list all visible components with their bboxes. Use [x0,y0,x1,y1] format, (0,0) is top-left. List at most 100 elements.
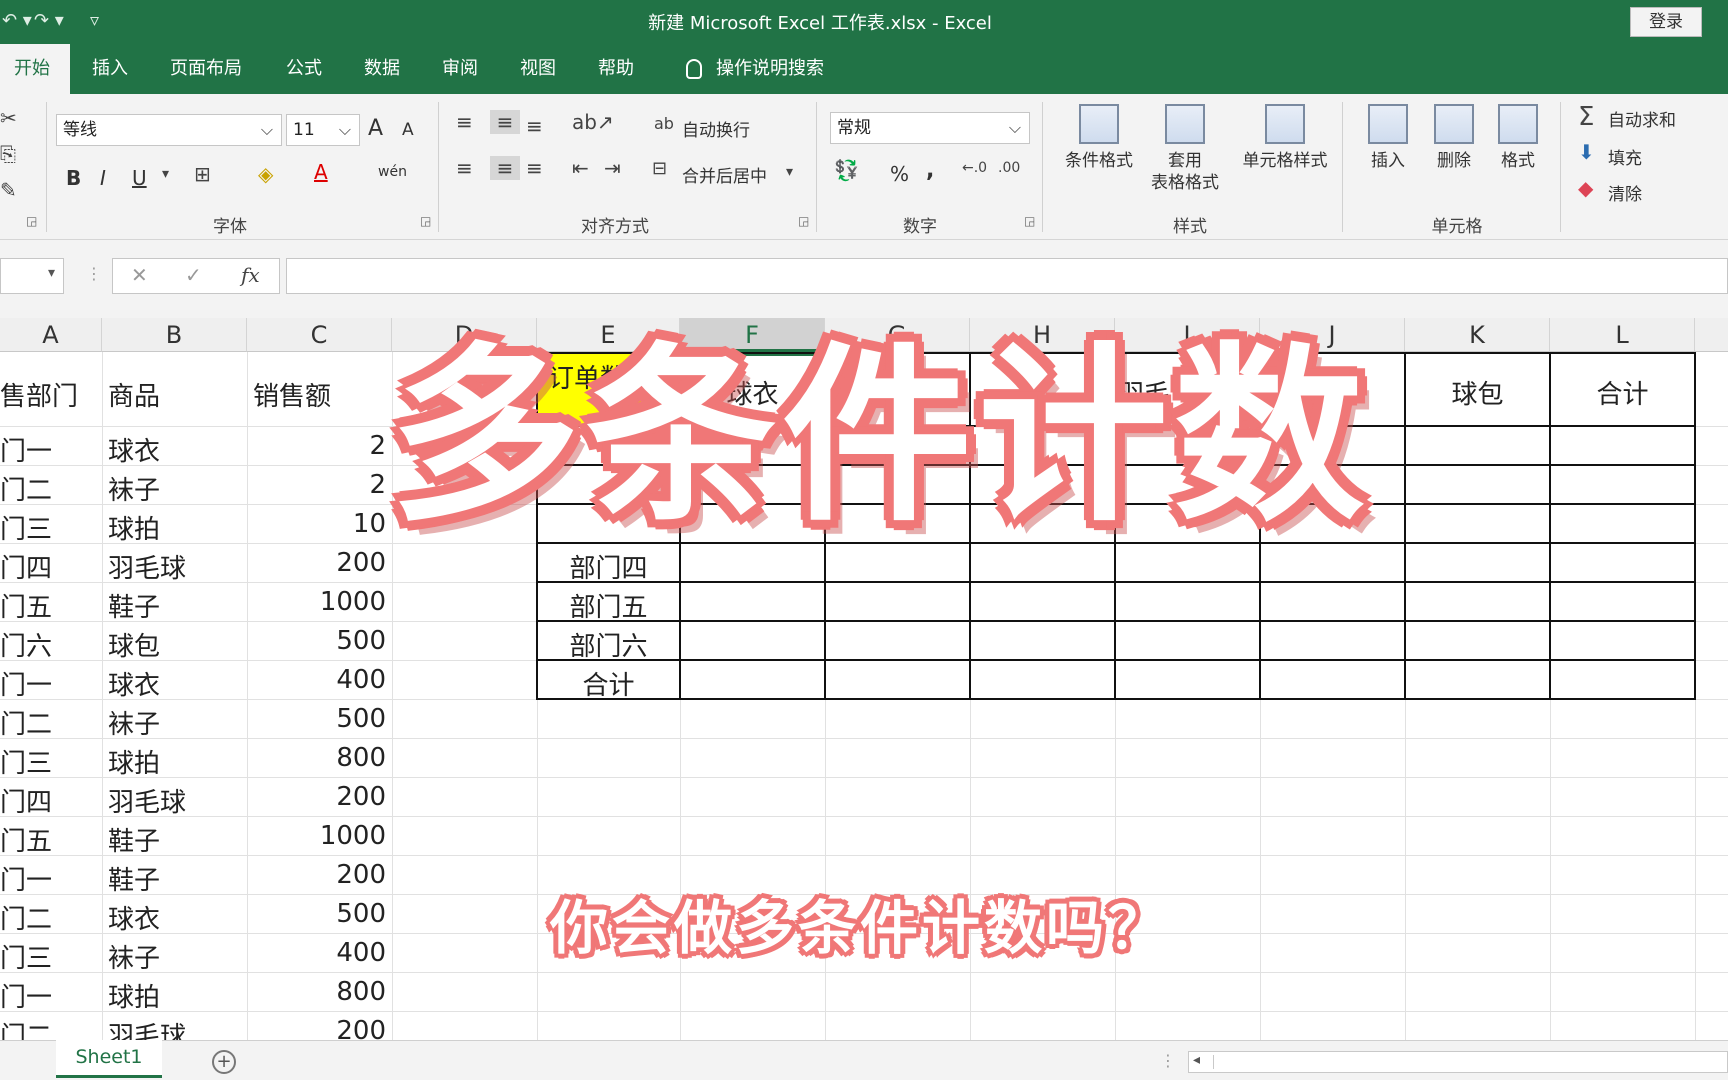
cell-c[interactable]: 500 [250,626,386,656]
cell-b[interactable]: 羽毛球 [108,1016,244,1040]
font-color-icon[interactable]: A [314,160,328,184]
cell-b[interactable]: 球衣 [108,431,244,468]
align-center-icon[interactable]: ≡ [490,156,520,180]
cell-b[interactable]: 球衣 [108,899,244,936]
cell-a[interactable]: 门六 [0,626,100,663]
tab-home[interactable]: 开始 [0,44,70,94]
cell-b[interactable]: 鞋子 [108,821,244,858]
increase-decimal-icon[interactable]: ←.0 [962,160,987,176]
login-button[interactable]: 登录 [1630,7,1702,37]
horizontal-scrollbar[interactable]: ◂ [1188,1051,1728,1073]
cell-b[interactable]: 袜子 [108,704,244,741]
cell-a[interactable]: 门三 [0,509,100,546]
cell-a[interactable]: 门一 [0,431,100,468]
number-format-combo[interactable]: 常规 ⌵ [830,112,1030,144]
align-middle-icon[interactable]: ≡ [490,110,520,134]
summary-header-l[interactable]: 合计 [1550,374,1695,411]
cell-c[interactable]: 400 [250,938,386,968]
tab-data[interactable]: 数据 [350,44,414,94]
cell-a[interactable]: 门四 [0,548,100,585]
tab-insert[interactable]: 插入 [78,44,142,94]
cell-b[interactable]: 鞋子 [108,587,244,624]
underline-button[interactable]: U [132,166,147,190]
cell-c[interactable]: 800 [250,977,386,1007]
summary-row-label[interactable]: 部门五 [537,587,680,624]
bold-button[interactable]: B [66,166,81,190]
fill-color-icon[interactable]: ◈ [258,162,273,186]
tab-page-layout[interactable]: 页面布局 [156,44,256,94]
cell-b[interactable]: 球拍 [108,509,244,546]
font-launcher-icon[interactable]: ◲ [420,214,431,228]
cancel-icon[interactable]: ✕ [131,263,148,287]
copy-icon[interactable]: ⎘ [0,142,16,166]
borders-icon[interactable]: ⊞ [194,162,211,186]
column-header-b[interactable]: B [102,318,247,352]
cell-c[interactable]: 1000 [250,821,386,851]
increase-indent-icon[interactable]: ⇥ [604,156,621,180]
format-as-table-button[interactable]: 套用 表格格式 [1140,104,1230,194]
cell-b[interactable]: 袜子 [108,938,244,975]
scrollbar-thumb[interactable] [1213,1055,1713,1069]
number-launcher-icon[interactable]: ◲ [1024,214,1035,228]
dropdown-arrow-icon[interactable]: ▾ [162,166,169,182]
decrease-indent-icon[interactable]: ⇤ [572,156,589,180]
cut-icon[interactable]: ✂ [0,106,17,130]
cell-b[interactable]: 羽毛球 [108,782,244,819]
shrink-font-button[interactable]: A [402,120,414,140]
summary-row-label[interactable]: 部门六 [537,626,680,663]
orientation-icon[interactable]: ab↗ [572,110,614,134]
fill-button[interactable]: 填充 [1608,144,1642,169]
wrap-text-button[interactable]: 自动换行 [682,116,750,141]
cell-a[interactable]: 门四 [0,782,100,819]
tab-help[interactable]: 帮助 [584,44,648,94]
tab-view[interactable]: 视图 [506,44,570,94]
italic-button[interactable]: I [100,166,106,190]
merge-center-button[interactable]: 合并后居中 [682,162,767,187]
cell-a[interactable]: 门一 [0,665,100,702]
cell-c[interactable]: 1000 [250,587,386,617]
cell-b[interactable]: 袜子 [108,470,244,507]
clipboard-launcher-icon[interactable]: ◲ [26,214,37,228]
cell-b[interactable]: 球拍 [108,977,244,1014]
name-box[interactable]: ▾ [0,258,64,294]
column-header-l[interactable]: L [1550,318,1695,352]
accounting-format-icon[interactable]: 💱 [834,158,859,182]
align-right-icon[interactable]: ≡ [526,156,543,180]
format-cells-button[interactable]: 格式 [1482,104,1554,172]
cell-c[interactable]: 200 [250,860,386,890]
formula-input[interactable] [286,258,1728,294]
format-painter-icon[interactable]: ✎ [0,178,17,202]
decrease-decimal-icon[interactable]: .00 [998,160,1020,176]
autosum-button[interactable]: 自动求和 [1608,106,1676,131]
insert-function-icon[interactable]: fx [241,263,260,287]
phonetic-button[interactable]: wén [378,164,407,180]
column-header-m[interactable] [1695,318,1728,352]
cell-a[interactable]: 门三 [0,743,100,780]
cell-a[interactable]: 门二 [0,899,100,936]
summary-row-label[interactable]: 合计 [537,665,680,702]
cell-c[interactable]: 200 [250,1016,386,1040]
cell-a[interactable]: 门一 [0,977,100,1014]
font-size-combo[interactable]: 11 ⌵ [286,114,360,146]
cell-b[interactable]: 球拍 [108,743,244,780]
cell-a[interactable]: 门二 [0,1016,100,1040]
cell-b[interactable]: 球衣 [108,665,244,702]
clear-button[interactable]: 清除 [1608,180,1642,205]
alignment-launcher-icon[interactable]: ◲ [798,214,809,228]
cell-a[interactable]: 门二 [0,470,100,507]
enter-icon[interactable]: ✓ [185,263,202,287]
cell-b[interactable]: 球包 [108,626,244,663]
column-header-a[interactable]: A [0,318,102,352]
grow-font-button[interactable]: A [368,116,383,141]
align-left-icon[interactable]: ≡ [456,156,473,180]
tab-formulas[interactable]: 公式 [272,44,336,94]
cell-c[interactable]: 200 [250,782,386,812]
cell-c[interactable]: 500 [250,899,386,929]
cell-a[interactable]: 门二 [0,704,100,741]
header-cell-dept[interactable]: 售部门 [0,376,100,413]
tell-me-search[interactable]: 操作说明搜索 [672,44,838,94]
header-cell-product[interactable]: 商品 [108,376,244,413]
cell-a[interactable]: 门五 [0,587,100,624]
cell-c[interactable]: 400 [250,665,386,695]
dropdown-arrow-icon[interactable]: ▾ [786,164,793,180]
